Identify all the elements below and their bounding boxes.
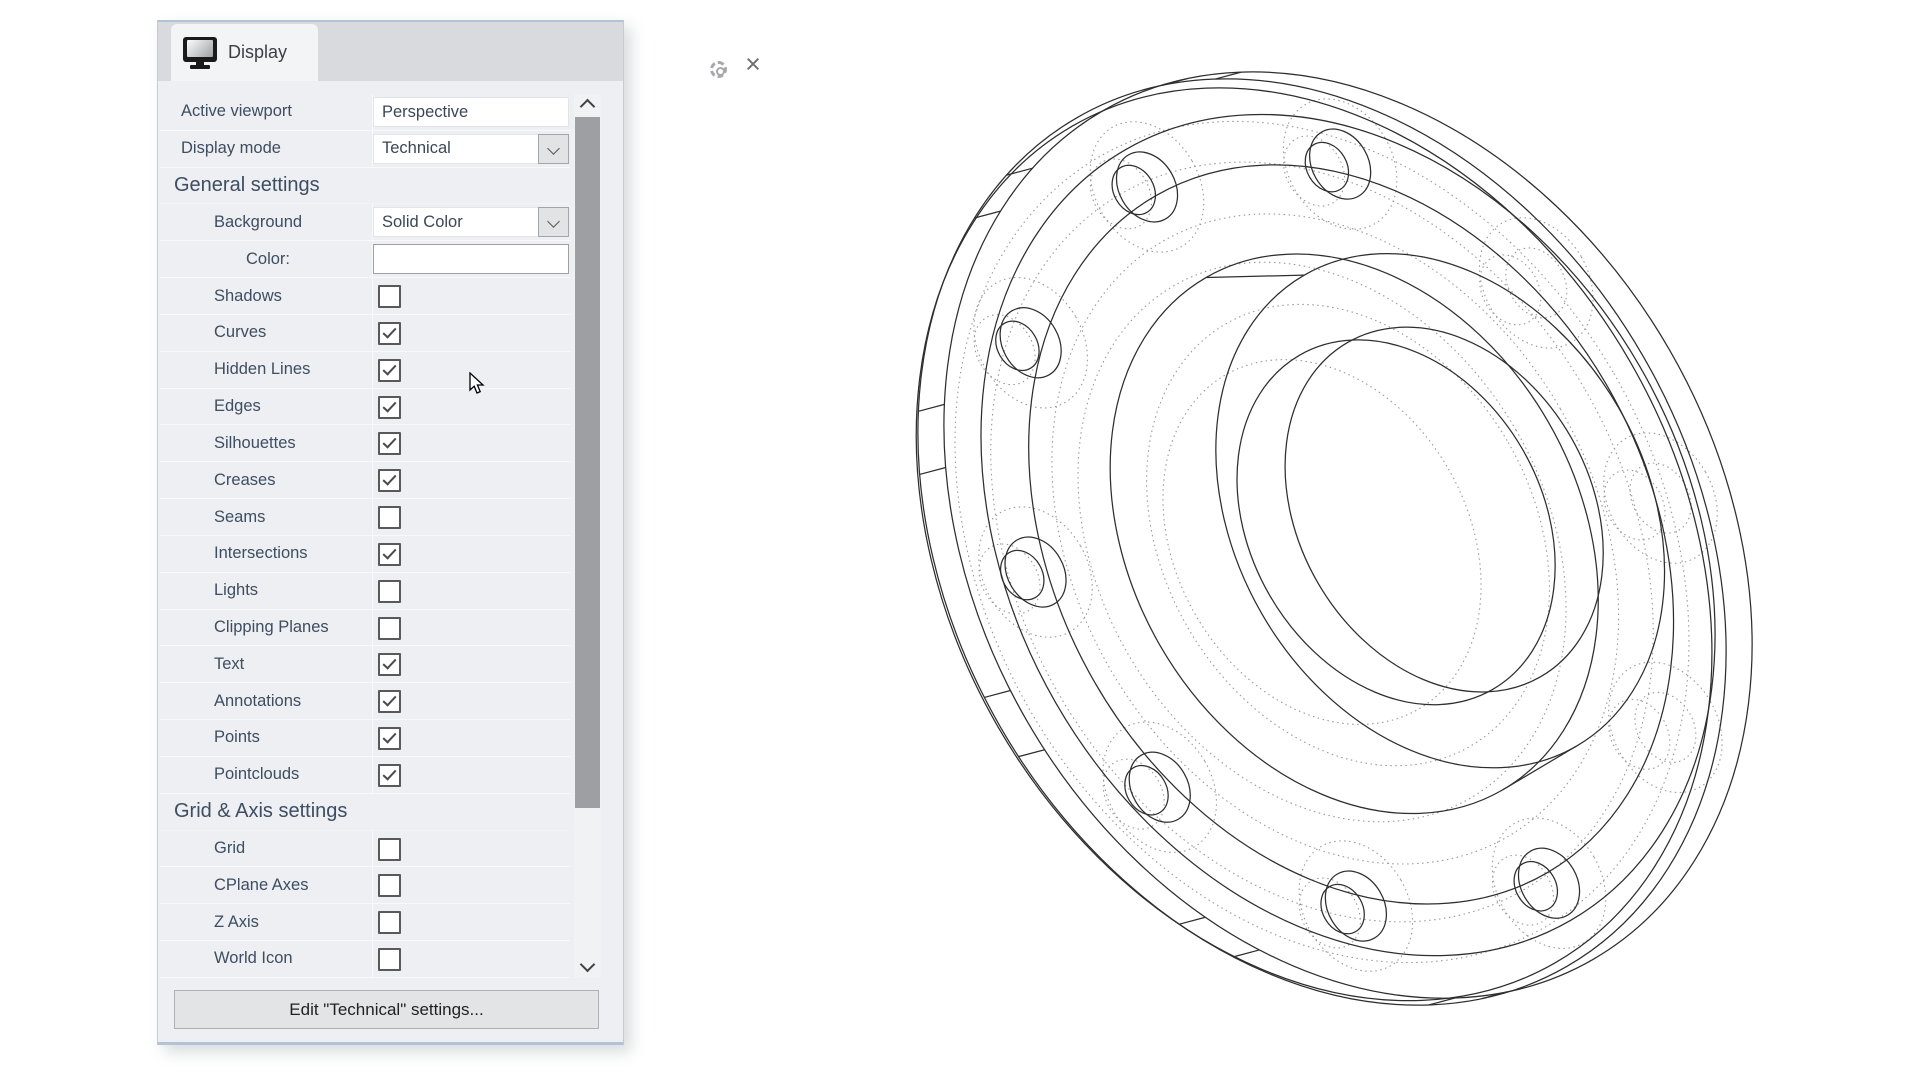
- color-swatch[interactable]: [373, 244, 569, 274]
- label-shadows: Shadows: [160, 287, 282, 306]
- checkbox-curves[interactable]: [378, 322, 401, 345]
- checkbox-annotations[interactable]: [378, 690, 401, 713]
- label-active-viewport: Active viewport: [160, 102, 292, 121]
- row-points: Points: [160, 720, 570, 757]
- row-shadows: Shadows: [160, 278, 570, 315]
- row-seams: Seams: [160, 499, 570, 536]
- row-silhouettes: Silhouettes: [160, 425, 570, 462]
- label-general-settings: General settings: [160, 174, 320, 197]
- label-color: Color:: [160, 250, 290, 269]
- tab-display-label: Display: [228, 42, 287, 63]
- label-world-icon: World Icon: [160, 949, 293, 968]
- row-grid: Grid: [160, 831, 570, 868]
- label-cplane-axes: CPlane Axes: [160, 876, 308, 895]
- row-cplane-axes: CPlane Axes: [160, 867, 570, 904]
- section-header-grid-axis-settings: Grid & Axis settings: [160, 794, 570, 831]
- checkbox-pointclouds[interactable]: [378, 764, 401, 787]
- label-silhouettes: Silhouettes: [160, 434, 296, 453]
- label-grid: Grid: [160, 839, 245, 858]
- label-edges: Edges: [160, 397, 261, 416]
- row-pointclouds: Pointclouds: [160, 757, 570, 794]
- edit-technical-settings-button[interactable]: Edit "Technical" settings...: [174, 990, 599, 1029]
- scroll-up-icon[interactable]: [574, 94, 601, 116]
- checkbox-lights[interactable]: [378, 580, 401, 603]
- value-active-viewport: Perspective: [373, 97, 569, 127]
- label-background: Background: [160, 213, 302, 232]
- label-points: Points: [160, 728, 260, 747]
- row-intersections: Intersections: [160, 536, 570, 573]
- scroll-down-icon[interactable]: [574, 956, 601, 978]
- close-icon[interactable]: ×: [739, 50, 767, 78]
- row-creases: Creases: [160, 462, 570, 499]
- label-intersections: Intersections: [160, 544, 308, 563]
- row-lights: Lights: [160, 573, 570, 610]
- label-annotations: Annotations: [160, 692, 301, 711]
- row-hidden-lines: Hidden Lines: [160, 352, 570, 389]
- label-hidden-lines: Hidden Lines: [160, 360, 310, 379]
- display-panel: Display × Active viewport Perspective Di…: [157, 20, 624, 1045]
- scrollbar[interactable]: [574, 94, 601, 978]
- checkbox-points[interactable]: [378, 727, 401, 750]
- row-active-viewport: Active viewport Perspective: [160, 94, 570, 131]
- checkbox-creases[interactable]: [378, 469, 401, 492]
- section-header-general-settings: General settings: [160, 168, 570, 205]
- checkbox-intersections[interactable]: [378, 543, 401, 566]
- label-display-mode: Display mode: [160, 139, 281, 158]
- label-lights: Lights: [160, 581, 258, 600]
- checkbox-seams[interactable]: [378, 506, 401, 529]
- monitor-icon: [183, 37, 217, 69]
- row-z-axis: Z Axis: [160, 904, 570, 941]
- label-seams: Seams: [160, 508, 265, 527]
- checkbox-clipping-planes[interactable]: [378, 617, 401, 640]
- checkbox-silhouettes[interactable]: [378, 432, 401, 455]
- label-clipping-planes: Clipping Planes: [160, 618, 329, 637]
- label-z-axis: Z Axis: [160, 913, 259, 932]
- row-background: Background Solid Color: [160, 204, 570, 241]
- checkbox-grid[interactable]: [378, 838, 401, 861]
- gear-icon[interactable]: [710, 61, 727, 78]
- checkbox-hidden-lines[interactable]: [378, 359, 401, 382]
- row-world-icon: World Icon: [160, 941, 570, 978]
- checkbox-z-axis[interactable]: [378, 911, 401, 934]
- chevron-down-icon[interactable]: [538, 134, 569, 164]
- row-clipping-planes: Clipping Planes: [160, 610, 570, 647]
- row-edges: Edges: [160, 389, 570, 426]
- settings-rows: Active viewport Perspective Display mode…: [160, 94, 570, 978]
- tab-display[interactable]: Display: [171, 24, 318, 81]
- row-text: Text: [160, 646, 570, 683]
- row-annotations: Annotations: [160, 683, 570, 720]
- panel-tabbar: Display ×: [158, 22, 623, 81]
- label-curves: Curves: [160, 323, 266, 342]
- label-grid-axis-settings: Grid & Axis settings: [160, 800, 347, 823]
- checkbox-world-icon[interactable]: [378, 948, 401, 971]
- checkbox-shadows[interactable]: [378, 285, 401, 308]
- label-pointclouds: Pointclouds: [160, 765, 299, 784]
- chevron-down-icon[interactable]: [538, 207, 569, 237]
- label-text: Text: [160, 655, 244, 674]
- row-color: Color:: [160, 241, 570, 278]
- row-curves: Curves: [160, 315, 570, 352]
- checkbox-edges[interactable]: [378, 396, 401, 419]
- checkbox-text[interactable]: [378, 653, 401, 676]
- label-creases: Creases: [160, 471, 275, 490]
- row-display-mode: Display mode Technical: [160, 131, 570, 168]
- checkbox-cplane-axes[interactable]: [378, 874, 401, 897]
- scrollbar-thumb[interactable]: [575, 117, 600, 808]
